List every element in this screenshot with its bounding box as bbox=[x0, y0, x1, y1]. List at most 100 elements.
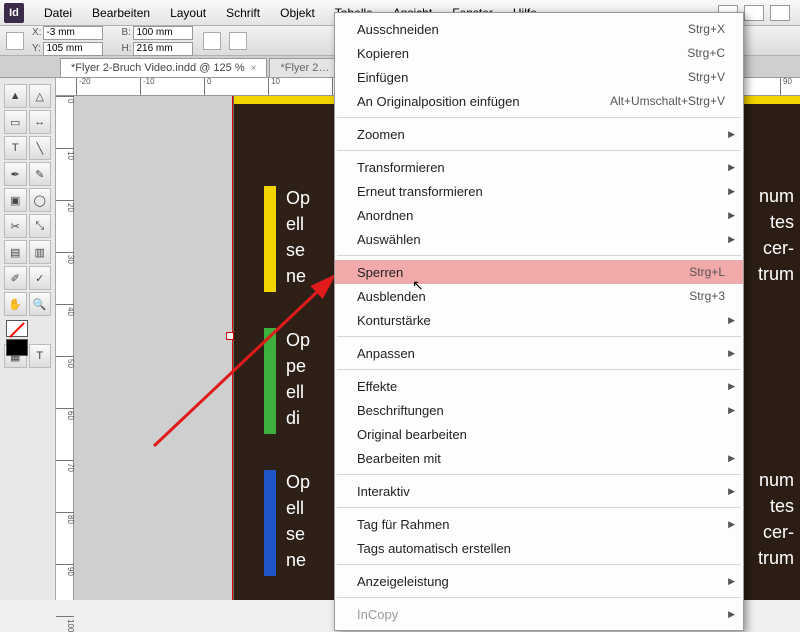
ruler-tick: 70 bbox=[56, 460, 74, 472]
ruler-tick: 40 bbox=[56, 304, 74, 316]
flyer-text: ne bbox=[286, 264, 306, 288]
ctx-kopieren[interactable]: KopierenStrg+C bbox=[335, 41, 743, 65]
ruler-tick: 20 bbox=[56, 200, 74, 212]
screenmode-icon[interactable] bbox=[744, 5, 764, 21]
zoom-tool[interactable]: 🔍 bbox=[29, 292, 52, 316]
w-label: B: bbox=[121, 27, 131, 38]
ctx-original-bearbeiten[interactable]: Original bearbeiten bbox=[335, 422, 743, 446]
gradient-tool[interactable]: ▤ bbox=[4, 240, 27, 264]
view-mode-preview[interactable]: T bbox=[29, 344, 52, 368]
ctx-label: An Originalposition einfügen bbox=[357, 94, 520, 109]
ctx-effekte[interactable]: Effekte bbox=[335, 374, 743, 398]
flyer-text: cer- bbox=[763, 520, 794, 544]
tool-panel: ▲ △ ▭ ↔ T ╲ ✒ ✎ ▣ ◯ ✂ ⤡ ▤ ▥ ✐ ✓ ✋ 🔍 ▦ T bbox=[0, 78, 56, 600]
page[interactable] bbox=[74, 96, 234, 600]
ctx-sperren[interactable]: SperrenStrg+L bbox=[335, 260, 743, 284]
ctx-ausblenden[interactable]: Ausblenden Strg+3 bbox=[335, 284, 743, 308]
ctx-erneut-transformieren[interactable]: Erneut transformieren bbox=[335, 179, 743, 203]
y-label: Y: bbox=[32, 43, 41, 54]
ctx-label: Konturstärke bbox=[357, 313, 431, 328]
ctx-beschriftungen[interactable]: Beschriftungen bbox=[335, 398, 743, 422]
flyer-color-bar bbox=[264, 186, 276, 292]
page-tool[interactable]: ▭ bbox=[4, 110, 27, 134]
flyer-text: trum bbox=[758, 262, 794, 286]
ctx-an-originalposition-einf-gen[interactable]: An Originalposition einfügenAlt+Umschalt… bbox=[335, 89, 743, 113]
ctx-tags-automatisch-erstellen[interactable]: Tags automatisch erstellen bbox=[335, 536, 743, 560]
tab-label: *Flyer 2-Bruch Video.indd @ 125 % bbox=[71, 62, 245, 74]
flyer-color-bar bbox=[264, 470, 276, 576]
flyer-text: se bbox=[286, 238, 305, 262]
ctx-label: Bearbeiten mit bbox=[357, 451, 441, 466]
document-tab-0[interactable]: *Flyer 2-Bruch Video.indd @ 125 % × bbox=[60, 58, 267, 77]
ctx-anzeigeleistung[interactable]: Anzeigeleistung bbox=[335, 569, 743, 593]
ref-point-widget[interactable] bbox=[6, 32, 24, 50]
menu-bearbeiten[interactable]: Bearbeiten bbox=[82, 6, 160, 20]
ellipse-tool[interactable]: ◯ bbox=[29, 188, 52, 212]
rotate-icon[interactable] bbox=[229, 32, 247, 50]
ctx-zoomen[interactable]: Zoomen bbox=[335, 122, 743, 146]
flyer-text: num bbox=[759, 184, 794, 208]
ctx-anpassen[interactable]: Anpassen bbox=[335, 341, 743, 365]
gap-tool[interactable]: ↔ bbox=[29, 110, 52, 134]
flyer-text: ne bbox=[286, 548, 306, 572]
pen-tool[interactable]: ✒ bbox=[4, 162, 27, 186]
ctx-shortcut: Strg+V bbox=[688, 70, 725, 84]
ctx-label: Interaktiv bbox=[357, 484, 410, 499]
menu-objekt[interactable]: Objekt bbox=[270, 6, 325, 20]
ctx-konturst-rke[interactable]: Konturstärke bbox=[335, 308, 743, 332]
transform-tool[interactable]: ⤡ bbox=[29, 214, 52, 238]
ctx-ausschneiden[interactable]: AusschneidenStrg+X bbox=[335, 17, 743, 41]
ruler-vertical[interactable]: 0102030405060708090100 bbox=[56, 96, 74, 600]
stroke-swatch[interactable] bbox=[6, 339, 28, 356]
tab-label: *Flyer 2… bbox=[280, 62, 329, 74]
ctx-ausw-hlen[interactable]: Auswählen bbox=[335, 227, 743, 251]
type-tool[interactable]: T bbox=[4, 136, 27, 160]
selection-tool[interactable]: ▲ bbox=[4, 84, 27, 108]
selection-handle[interactable] bbox=[226, 332, 234, 340]
flyer-text: Op bbox=[286, 328, 310, 352]
ctx-label: Ausblenden bbox=[357, 289, 426, 304]
close-icon[interactable]: × bbox=[251, 63, 257, 74]
menu-schrift[interactable]: Schrift bbox=[216, 6, 270, 20]
flyer-text: di bbox=[286, 406, 300, 430]
ctx-label: Sperren bbox=[357, 265, 403, 280]
line-tool[interactable]: ╲ bbox=[29, 136, 52, 160]
y-field[interactable] bbox=[43, 42, 103, 56]
ctx-label: InCopy bbox=[357, 607, 398, 622]
arrange-icon[interactable] bbox=[770, 5, 790, 21]
pencil-tool[interactable]: ✎ bbox=[29, 162, 52, 186]
constrain-icon[interactable] bbox=[203, 32, 221, 50]
gradient-feather-tool[interactable]: ▥ bbox=[29, 240, 52, 264]
fill-swatch[interactable] bbox=[6, 320, 28, 337]
ctx-transformieren[interactable]: Transformieren bbox=[335, 155, 743, 179]
flyer-text: ell bbox=[286, 380, 304, 404]
ruler-tick: -20 bbox=[76, 78, 91, 96]
h-field[interactable] bbox=[133, 42, 193, 56]
ctx-label: Original bearbeiten bbox=[357, 427, 467, 442]
ctx-bearbeiten-mit[interactable]: Bearbeiten mit bbox=[335, 446, 743, 470]
ctx-label: Tags automatisch erstellen bbox=[357, 541, 511, 556]
ctx-label: Anzeigeleistung bbox=[357, 574, 449, 589]
rectangle-frame-tool[interactable]: ▣ bbox=[4, 188, 27, 212]
menu-layout[interactable]: Layout bbox=[160, 6, 216, 20]
h-label: H: bbox=[121, 43, 131, 54]
ctx-einf-gen[interactable]: EinfügenStrg+V bbox=[335, 65, 743, 89]
ruler-tick: 50 bbox=[56, 356, 74, 368]
ctx-label: Auswählen bbox=[357, 232, 421, 247]
ctx-shortcut: Strg+X bbox=[688, 22, 725, 36]
note-tool[interactable]: ✐ bbox=[4, 266, 27, 290]
context-menu: AusschneidenStrg+XKopierenStrg+CEinfügen… bbox=[334, 12, 744, 631]
ctx-interaktiv[interactable]: Interaktiv bbox=[335, 479, 743, 503]
direct-selection-tool[interactable]: △ bbox=[29, 84, 52, 108]
hand-tool[interactable]: ✋ bbox=[4, 292, 27, 316]
scissors-tool[interactable]: ✂ bbox=[4, 214, 27, 238]
ctx-shortcut: Strg+3 bbox=[689, 289, 725, 303]
ctx-anordnen[interactable]: Anordnen bbox=[335, 203, 743, 227]
flyer-text: tes bbox=[770, 494, 794, 518]
ctx-tag-f-r-rahmen[interactable]: Tag für Rahmen bbox=[335, 512, 743, 536]
eyedropper-tool[interactable]: ✓ bbox=[29, 266, 52, 290]
menu-datei[interactable]: Datei bbox=[34, 6, 82, 20]
x-field[interactable] bbox=[43, 26, 103, 40]
ruler-tick: 0 bbox=[204, 78, 211, 96]
w-field[interactable] bbox=[133, 26, 193, 40]
